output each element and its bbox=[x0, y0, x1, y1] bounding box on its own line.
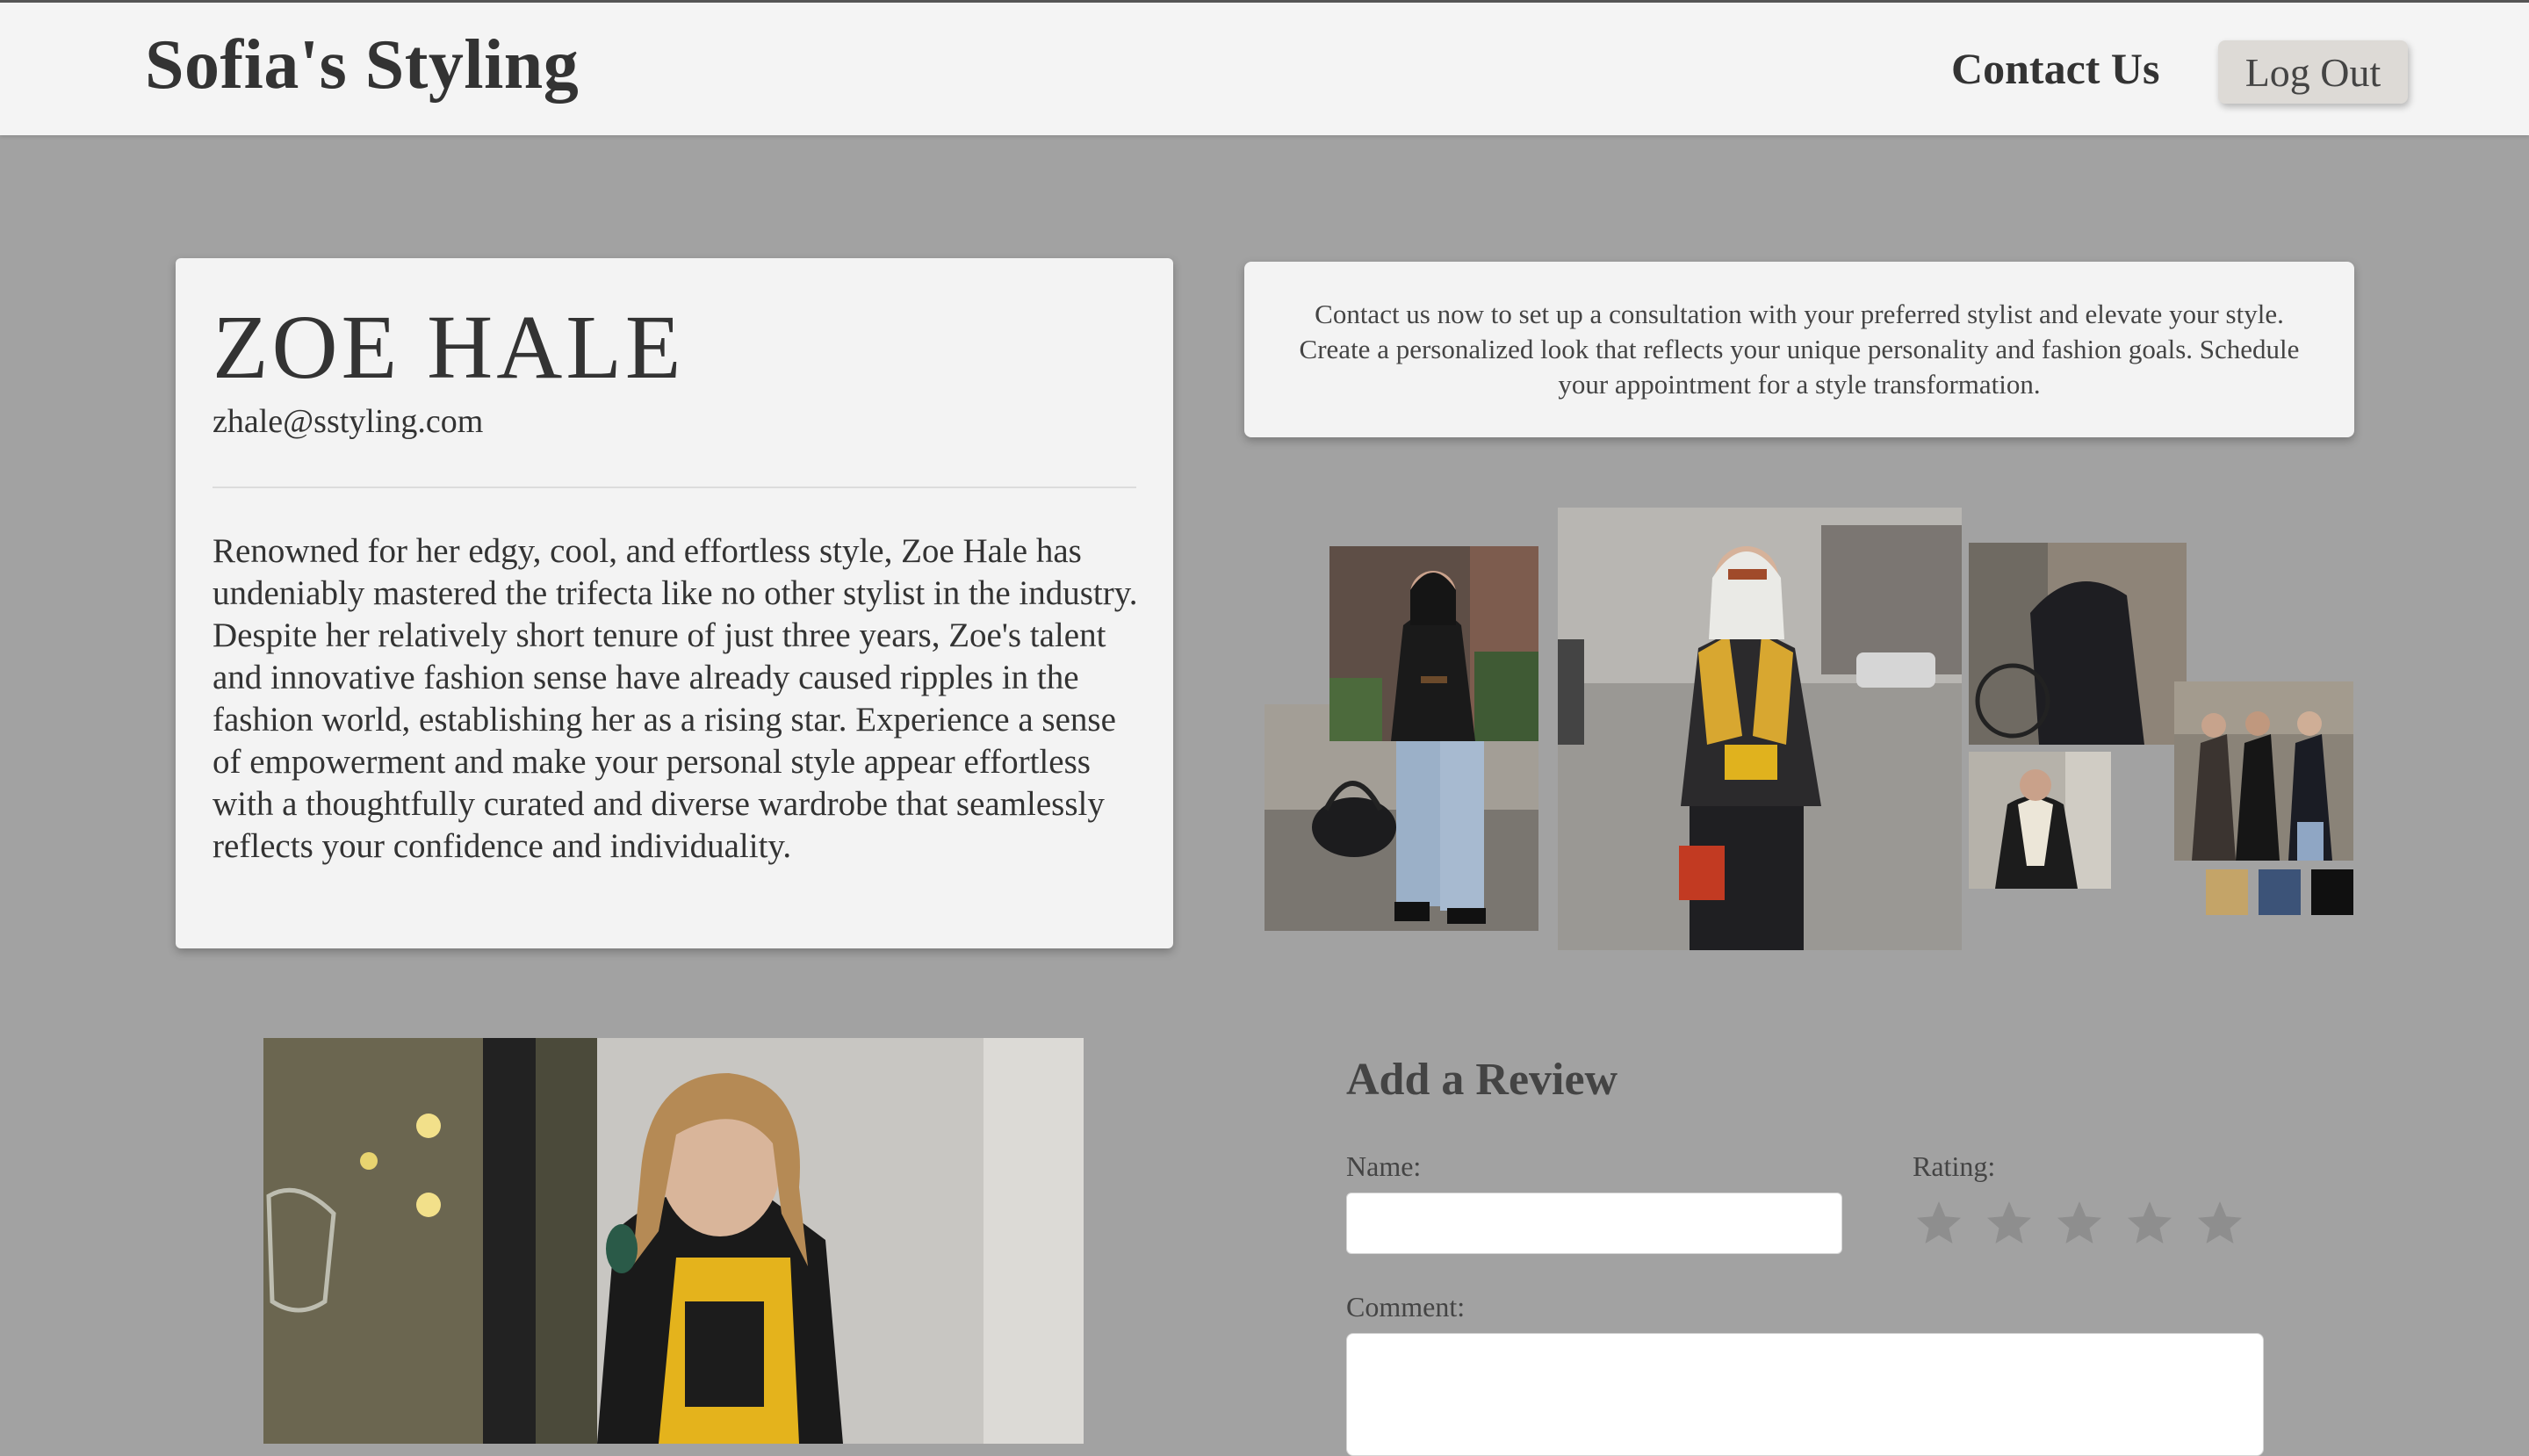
review-comment-input[interactable] bbox=[1346, 1333, 2264, 1456]
style-collage bbox=[1264, 506, 2353, 952]
star-icon-4[interactable] bbox=[2123, 1197, 2176, 1250]
collage-photo-shearling-coat bbox=[1969, 752, 2111, 889]
consultation-info-box: Contact us now to set up a consultation … bbox=[1244, 262, 2354, 437]
add-review-heading: Add a Review bbox=[1346, 1055, 1618, 1105]
star-icon-3[interactable] bbox=[2053, 1197, 2106, 1250]
star-icon-1[interactable] bbox=[1913, 1197, 1965, 1250]
star-icon-2[interactable] bbox=[1983, 1197, 2035, 1250]
site-header: Sofia's Styling Contact Us Log Out bbox=[0, 0, 2529, 135]
stylist-bio: Renowned for her edgy, cool, and effortl… bbox=[213, 532, 1138, 865]
brand-logo-text[interactable]: Sofia's Styling bbox=[145, 25, 579, 105]
review-name-input[interactable] bbox=[1346, 1193, 1842, 1254]
collage-photo-jacket-detail bbox=[1969, 543, 2187, 745]
contact-us-link[interactable]: Contact Us bbox=[1951, 43, 2159, 94]
palette-swatch-black bbox=[2311, 869, 2353, 915]
divider bbox=[213, 487, 1136, 488]
palette-swatch-tan bbox=[2206, 869, 2248, 915]
stylist-name: ZOE HALE bbox=[213, 297, 685, 398]
palette-swatch-navy bbox=[2259, 869, 2301, 915]
star-rating[interactable] bbox=[1913, 1193, 2246, 1254]
stylist-email: zhale@sstyling.com bbox=[213, 403, 484, 440]
comment-label: Comment: bbox=[1346, 1291, 1466, 1323]
stylist-portrait-photo bbox=[263, 1038, 1084, 1444]
rating-label: Rating: bbox=[1913, 1150, 1996, 1182]
name-label: Name: bbox=[1346, 1150, 1422, 1182]
log-out-button[interactable]: Log Out bbox=[2218, 40, 2408, 104]
collage-photo-street-style bbox=[1558, 508, 1962, 950]
collage-photo-black-coat bbox=[1329, 546, 1538, 741]
star-icon-5[interactable] bbox=[2194, 1197, 2246, 1250]
collage-photo-group bbox=[2174, 681, 2353, 861]
stylist-profile-card: ZOE HALE zhale@sstyling.com Renowned for… bbox=[176, 258, 1173, 948]
